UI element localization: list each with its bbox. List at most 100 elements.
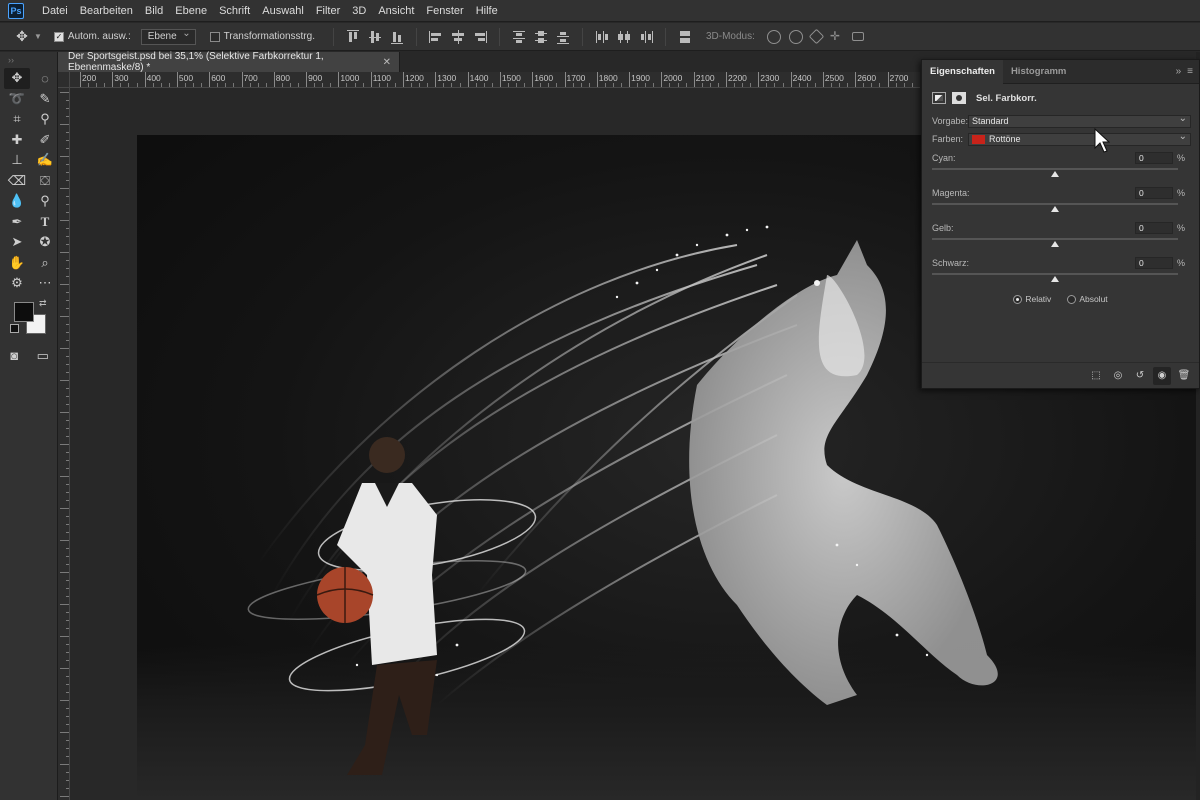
healing-brush-tool-icon[interactable]: ✚ [4, 130, 30, 151]
transform-controls-checkbox[interactable]: Transformationsstrg. [209, 31, 315, 42]
menu-datei[interactable]: Datei [36, 5, 74, 17]
menu-bearbeiten[interactable]: Bearbeiten [74, 5, 139, 17]
slider-value-input[interactable]: 0 [1135, 257, 1173, 269]
horizontal-ruler[interactable]: 200 300 400 500 600 700 800 900 1000 1100 1200 1300… [70, 72, 920, 88]
photoshop-logo-icon[interactable]: Ps [8, 2, 24, 19]
method-relative-radio[interactable]: Relativ [1013, 294, 1051, 304]
ruler-minor-tick [742, 83, 744, 87]
method-absolute-radio[interactable]: Absolut [1067, 294, 1108, 304]
vertical-ruler[interactable] [58, 88, 70, 800]
eraser-tool-icon[interactable]: ⌫ [4, 171, 30, 192]
quick-mask-icon[interactable]: ◙ [2, 346, 26, 367]
3d-slide-icon[interactable]: ✛ [830, 30, 844, 44]
swap-colors-icon[interactable]: ⇄ [39, 298, 47, 309]
menu-hilfe[interactable]: Hilfe [470, 5, 504, 17]
slider-track[interactable] [932, 238, 1178, 240]
paint-bucket-tool-icon[interactable]: ⛋ [32, 171, 58, 192]
slider-thumb-icon[interactable] [1051, 171, 1059, 177]
delete-adjustment-icon[interactable]: 🗑 [1175, 367, 1193, 385]
tab-properties[interactable]: Eigenschaften [922, 59, 1003, 84]
collapse-panel-icon[interactable]: » [1176, 66, 1182, 77]
distribute-right-icon[interactable] [638, 29, 654, 45]
path-selection-tool-icon[interactable]: ➤ [4, 232, 30, 253]
screen-mode-icon[interactable]: ▭ [31, 346, 55, 367]
slider-track[interactable] [932, 273, 1178, 275]
slider-thumb-icon[interactable] [1051, 206, 1059, 212]
hand-tool-icon[interactable]: ✋ [4, 253, 30, 274]
auto-select-checkbox[interactable]: ✓ Autom. ausw.: [53, 31, 131, 42]
menu-ansicht[interactable]: Ansicht [372, 5, 420, 17]
menu-schrift[interactable]: Schrift [213, 5, 256, 17]
distribute-left-icon[interactable] [594, 29, 610, 45]
distribute-top-icon[interactable] [511, 29, 527, 45]
foreground-color-swatch[interactable] [14, 301, 34, 322]
align-vertical-center-icon[interactable] [367, 29, 383, 45]
close-tab-icon[interactable]: ✕ [383, 57, 391, 68]
preset-dropdown[interactable]: Standard [968, 113, 1191, 128]
brush-tool-icon[interactable]: ✐ [32, 130, 58, 151]
ruler-origin[interactable] [58, 72, 70, 88]
more-tools-icon[interactable]: ⋯ [32, 273, 58, 294]
view-previous-state-icon[interactable]: ◎ [1109, 367, 1127, 385]
ruler-minor-tick [814, 83, 816, 87]
document-tab[interactable]: Der Sportsgeist.psd bei 35,1% (Selektive… [58, 51, 400, 73]
toggle-visibility-icon[interactable]: ◉ [1153, 366, 1171, 385]
align-bottom-icon[interactable] [389, 29, 405, 45]
ruler-tick [66, 452, 69, 453]
align-horizontal-center-icon[interactable] [450, 29, 466, 45]
distribute-vertical-center-icon[interactable] [533, 29, 549, 45]
colors-dropdown[interactable]: Rottöne [968, 131, 1191, 146]
reset-adjustments-icon[interactable]: ↺ [1131, 367, 1149, 385]
slider-label: Schwarz: [932, 258, 970, 268]
slider-value-input[interactable]: 0 [1135, 187, 1173, 199]
pen-tool-icon[interactable]: ✒ [4, 212, 30, 233]
adjustment-layer-icon[interactable] [932, 92, 946, 104]
clip-to-layer-icon[interactable]: ⬚ [1087, 367, 1105, 385]
lasso-tool-icon[interactable]: ➰ [4, 89, 30, 110]
menu-fenster[interactable]: Fenster [420, 5, 469, 17]
default-colors-icon[interactable] [10, 323, 19, 333]
menu-bild[interactable]: Bild [139, 5, 169, 17]
type-tool-icon[interactable]: T [32, 212, 58, 233]
edit-toolbar-icon[interactable]: ⚙ [4, 273, 30, 294]
tool-preset-dropdown-icon[interactable]: ▼ [34, 32, 42, 41]
move-tool-icon[interactable]: ✥ [12, 27, 32, 47]
menu-ebene[interactable]: Ebene [169, 5, 213, 17]
menu-filter[interactable]: Filter [310, 5, 346, 17]
marquee-tool-icon[interactable]: ◌ [32, 68, 58, 89]
3d-scale-icon[interactable] [851, 32, 864, 41]
quick-select-tool-icon[interactable]: ✎ [32, 89, 58, 110]
panel-menu-icon[interactable]: ≡ [1187, 66, 1193, 77]
slider-thumb-icon[interactable] [1051, 241, 1059, 247]
zoom-tool-icon[interactable]: ⌕ [32, 253, 58, 274]
tab-histogram[interactable]: Histogramm [1003, 60, 1074, 84]
align-left-icon[interactable] [428, 29, 444, 45]
align-top-icon[interactable] [345, 29, 361, 45]
ruler-minor-tick [362, 83, 364, 87]
slider-track[interactable] [932, 203, 1178, 205]
auto-align-layers-icon[interactable] [677, 29, 693, 45]
history-brush-tool-icon[interactable]: ✍ [32, 150, 58, 171]
eyedropper-tool-icon[interactable]: ⚲ [32, 109, 58, 130]
align-right-icon[interactable] [472, 29, 488, 45]
slider-thumb-icon[interactable] [1051, 276, 1059, 282]
menu-3d[interactable]: 3D [346, 5, 372, 17]
layer-mask-icon[interactable] [952, 92, 966, 104]
3d-orbit-icon[interactable] [766, 29, 781, 44]
slider-value-input[interactable]: 0 [1135, 222, 1173, 234]
move-tool-icon[interactable]: ✥ [4, 68, 30, 89]
slider-value-input[interactable]: 0 [1135, 152, 1173, 164]
3d-roll-icon[interactable] [788, 29, 803, 44]
menu-auswahl[interactable]: Auswahl [256, 5, 310, 17]
distribute-horizontal-center-icon[interactable] [616, 29, 632, 45]
panel-collapse-icon[interactable]: ›› [0, 52, 57, 68]
crop-tool-icon[interactable]: ⌗ [4, 109, 30, 130]
blur-tool-icon[interactable]: 💧 [4, 191, 30, 212]
slider-track[interactable] [932, 168, 1178, 170]
custom-shape-tool-icon[interactable]: ✪ [32, 232, 58, 253]
3d-pan-icon[interactable] [808, 28, 825, 45]
dodge-tool-icon[interactable]: ⚲ [32, 191, 58, 212]
distribute-bottom-icon[interactable] [555, 29, 571, 45]
auto-select-target-dropdown[interactable]: Ebene [140, 28, 196, 45]
clone-stamp-tool-icon[interactable]: ⊥ [4, 150, 30, 171]
